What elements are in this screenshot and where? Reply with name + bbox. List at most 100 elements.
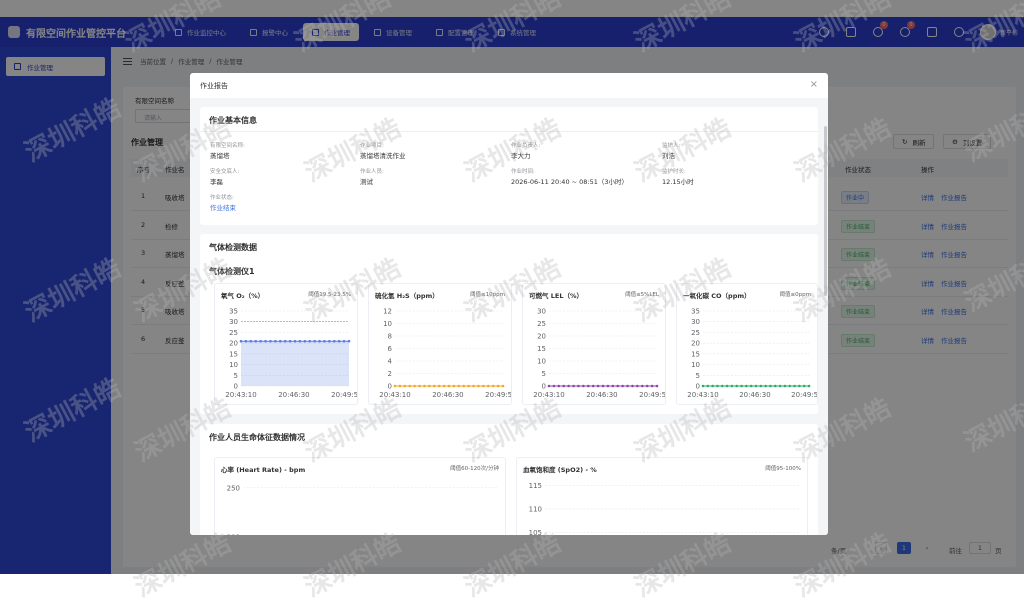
data-point <box>716 384 719 388</box>
x-tick-label: 20:49:50 <box>639 391 665 399</box>
scrollbar[interactable] <box>824 126 827 296</box>
data-point <box>740 384 743 388</box>
data-point <box>706 384 710 388</box>
chart-plot: 105 110 115 <box>529 482 799 535</box>
modal-body: 作业基本信息 有限空间名称: 蒸馏塔 作业项目: 蒸馏塔清洗作业 作业负责人: 李大力 监护… <box>190 98 828 535</box>
y-tick-label: 20 <box>229 340 238 348</box>
data-point <box>572 384 575 388</box>
data-point <box>452 384 456 388</box>
data-point <box>244 339 248 343</box>
data-point <box>428 384 431 388</box>
info-label: 安全交底人: <box>210 169 240 175</box>
info-value: 李磊 <box>210 178 223 186</box>
x-tick-label: 20:46:30 <box>739 391 770 399</box>
x-tick-label: 20:43:10 <box>225 391 256 399</box>
data-point <box>562 384 566 388</box>
y-tick-label: 2 <box>388 370 392 378</box>
data-point <box>616 384 620 388</box>
data-point <box>650 384 654 388</box>
data-point <box>393 384 397 388</box>
data-point <box>769 384 772 388</box>
y-tick-label: 0 <box>542 383 546 391</box>
data-point <box>745 384 748 388</box>
info-value: 刘浩 <box>662 152 675 160</box>
y-tick-label: 10 <box>537 358 546 366</box>
y-tick-label: 20 <box>691 340 700 348</box>
vitals-title: 作业人员生命体征数据情况 <box>209 433 305 442</box>
data-point <box>778 384 782 388</box>
y-tick-label: 15 <box>691 350 700 358</box>
info-value: 蒸馏塔清洗作业 <box>360 152 406 160</box>
data-point <box>655 384 659 388</box>
y-tick-label: 25 <box>537 320 546 328</box>
data-point <box>462 384 466 388</box>
info-label: 监护时长: <box>662 169 686 175</box>
data-point <box>725 384 729 388</box>
data-point <box>298 339 302 343</box>
data-point <box>701 384 705 388</box>
info-value: 李大力 <box>511 152 531 160</box>
data-point <box>788 384 792 388</box>
chart-heart-rate: 心率 (Heart Rate) - bpm阈值60-120次/分钟200250 <box>214 457 506 535</box>
data-point <box>798 384 801 388</box>
info-label: 作业时间: <box>511 169 535 175</box>
data-point <box>342 339 346 343</box>
data-point <box>626 384 629 388</box>
data-point <box>403 384 407 388</box>
data-point <box>764 384 767 388</box>
chart-plot: 0 2 4 6 8 10 12 20:43:10 20:46:30 20:49:50 <box>379 308 511 400</box>
x-tick-label: 20:43:10 <box>687 391 718 399</box>
y-tick-label: 10 <box>229 361 238 369</box>
chart-plot: 200 250 <box>227 484 497 535</box>
data-point <box>418 384 421 388</box>
y-tick-label: 30 <box>691 318 700 326</box>
data-point <box>783 384 787 388</box>
data-point <box>269 339 272 343</box>
y-tick-label: 4 <box>388 358 393 366</box>
vitals-section: 作业人员生命体征数据情况 心率 (Heart Rate) - bpm 阈值60-1… <box>200 424 818 535</box>
data-point <box>773 384 777 388</box>
data-point <box>472 384 475 388</box>
data-point <box>735 384 739 388</box>
data-point <box>601 384 605 388</box>
y-tick-label: 110 <box>529 505 542 513</box>
y-tick-label: 8 <box>388 333 392 341</box>
y-tick-label: 30 <box>537 308 546 316</box>
info-label: 有限空间名称: <box>210 143 245 149</box>
data-point <box>552 384 556 388</box>
x-tick-label: 20:49:50 <box>331 391 357 399</box>
y-tick-label: 115 <box>529 482 542 490</box>
y-tick-label: 105 <box>529 529 542 535</box>
chart-plot: 0 5 10 15 20 25 30 35 20:43:10 20:46:30 20:49:50 <box>225 308 357 400</box>
info-value: 2026-06-11 20:40 ~ 08:51（3小时） <box>511 178 629 186</box>
y-tick-label: 0 <box>696 383 700 391</box>
data-point <box>730 384 734 388</box>
data-point <box>239 339 243 343</box>
data-point <box>308 339 312 343</box>
x-tick-label: 20:49:50 <box>791 391 817 399</box>
gas-title: 气体检测数据 <box>209 243 257 252</box>
data-point <box>347 339 351 343</box>
data-point <box>711 384 714 388</box>
x-tick-label: 20:46:30 <box>278 391 309 399</box>
data-point <box>640 384 644 388</box>
data-point <box>408 384 412 388</box>
y-tick-label: 250 <box>227 484 240 492</box>
data-point <box>621 384 624 388</box>
data-point <box>254 339 258 343</box>
info-label: 监护人: <box>662 143 681 149</box>
data-point <box>423 384 426 388</box>
data-point <box>303 339 307 343</box>
info-label: 作业状态: <box>210 195 234 201</box>
data-point <box>313 339 316 343</box>
data-point <box>482 384 485 388</box>
data-point <box>759 384 763 388</box>
data-point <box>611 384 615 388</box>
data-point <box>447 384 451 388</box>
data-point <box>249 339 253 343</box>
data-point <box>283 339 287 343</box>
close-icon[interactable]: × <box>810 79 818 90</box>
data-point <box>645 384 649 388</box>
data-point <box>332 339 336 343</box>
y-tick-label: 0 <box>388 383 392 391</box>
